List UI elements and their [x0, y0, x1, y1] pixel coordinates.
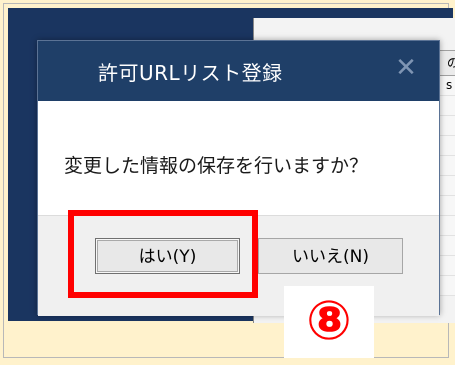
no-button[interactable]: いいえ(N) [258, 238, 403, 274]
dialog-titlebar: 許可URLリスト登録 ✕ [38, 41, 439, 101]
highlight-box [68, 210, 258, 298]
background-row-text: s [446, 78, 453, 92]
step-number: ⑧ [306, 289, 352, 352]
step-badge: ⑧ [284, 286, 374, 358]
close-icon[interactable]: ✕ [393, 55, 419, 81]
dialog-message: 変更した情報の保存を行いますか？ [64, 155, 369, 177]
dialog-title: 許可URLリスト登録 [98, 61, 283, 85]
